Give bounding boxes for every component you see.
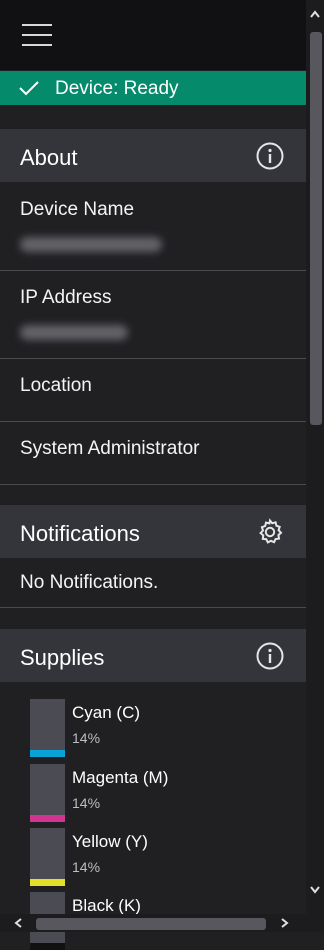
supply-item-cyan: Cyan (C) 14% — [30, 699, 280, 757]
divider — [0, 607, 306, 608]
about-section-header: About — [0, 129, 306, 182]
no-notifications-text: No Notifications. — [20, 572, 159, 593]
supply-item-magenta: Magenta (M) 14% — [30, 764, 280, 822]
supply-name: Black (K) — [72, 896, 141, 915]
scroll-right-icon[interactable] — [279, 918, 289, 928]
notifications-section-header: Notifications — [0, 505, 306, 558]
location-label: Location — [20, 375, 92, 396]
scroll-down-icon[interactable] — [310, 886, 320, 894]
system-administrator-label: System Administrator — [20, 438, 200, 459]
supply-level-fill — [30, 815, 65, 822]
supply-percent: 14% — [72, 795, 101, 811]
supply-item-yellow: Yellow (Y) 14% — [30, 828, 280, 886]
supply-name: Cyan (C) — [72, 703, 141, 722]
scroll-left-icon[interactable] — [14, 918, 24, 928]
checkmark-icon — [19, 81, 39, 96]
gear-icon[interactable] — [256, 518, 284, 546]
notifications-empty-row: No Notifications. — [0, 558, 306, 606]
device-name-row: Device Name — [0, 183, 306, 270]
supply-level-bar — [30, 828, 65, 886]
vertical-scroll-thumb[interactable] — [310, 32, 322, 425]
scrollbar-corner — [306, 914, 324, 932]
system-administrator-row: System Administrator — [0, 422, 306, 484]
ip-address-value-redacted — [20, 325, 128, 340]
ip-address-label: IP Address — [20, 287, 112, 308]
supply-name: Magenta (M) — [72, 768, 169, 787]
supply-level-bar — [30, 699, 65, 757]
device-name-label: Device Name — [20, 199, 135, 220]
supplies-title: Supplies — [20, 645, 105, 670]
scroll-up-icon[interactable] — [310, 10, 320, 18]
info-icon[interactable] — [256, 642, 284, 670]
top-bar — [0, 0, 306, 70]
location-row: Location — [0, 359, 306, 421]
supply-level-fill — [30, 879, 65, 886]
about-title: About — [20, 145, 78, 170]
ip-address-row: IP Address — [0, 271, 306, 358]
supplies-section-header: Supplies — [0, 629, 306, 682]
device-status-banner: Device: Ready — [0, 71, 306, 105]
divider — [0, 484, 306, 485]
device-status-text: Device: Ready — [55, 78, 179, 99]
horizontal-scroll-thumb[interactable] — [36, 918, 266, 930]
notifications-title: Notifications — [20, 521, 140, 546]
supply-level-fill — [30, 943, 65, 950]
supply-percent: 14% — [72, 859, 101, 875]
device-name-value-redacted — [20, 237, 162, 252]
menu-icon[interactable] — [22, 22, 54, 48]
supply-level-bar — [30, 764, 65, 822]
supply-level-fill — [30, 750, 65, 757]
info-icon[interactable] — [256, 142, 284, 170]
supply-percent: 14% — [72, 730, 101, 746]
supply-name: Yellow (Y) — [72, 832, 148, 851]
